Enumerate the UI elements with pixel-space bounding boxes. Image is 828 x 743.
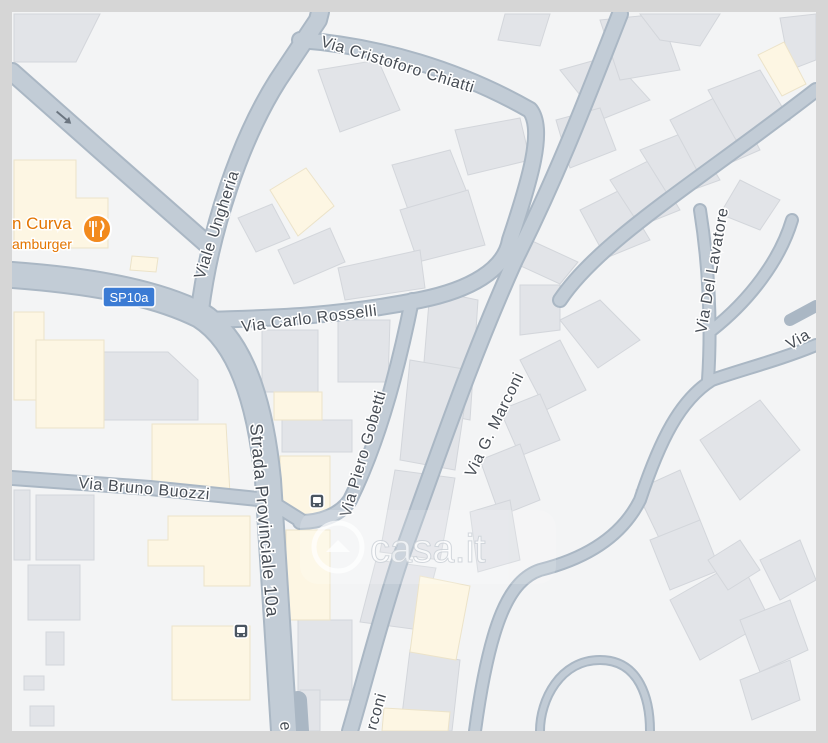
poi-name: n Curva: [12, 214, 72, 233]
watermark-logo-text: casa.it: [370, 527, 486, 571]
road-shield[interactable]: SP10a: [102, 286, 156, 308]
map-view[interactable]: Via Cristoforo Chiatti Viale Ungheria Vi…: [12, 12, 816, 731]
map-frame: Via Cristoforo Chiatti Viale Ungheria Vi…: [0, 0, 828, 743]
watermark: casa.it: [300, 510, 556, 584]
bus-stop-icon[interactable]: [233, 623, 249, 639]
poi-category: amburger: [12, 236, 72, 252]
restaurant-icon[interactable]: [82, 214, 112, 244]
map-canvas[interactable]: Via Cristoforo Chiatti Viale Ungheria Vi…: [12, 12, 816, 731]
street-label-bottom-edge: e: [276, 721, 294, 731]
bus-stop-icon[interactable]: [309, 493, 325, 509]
road-shield-label: SP10a: [109, 290, 149, 305]
